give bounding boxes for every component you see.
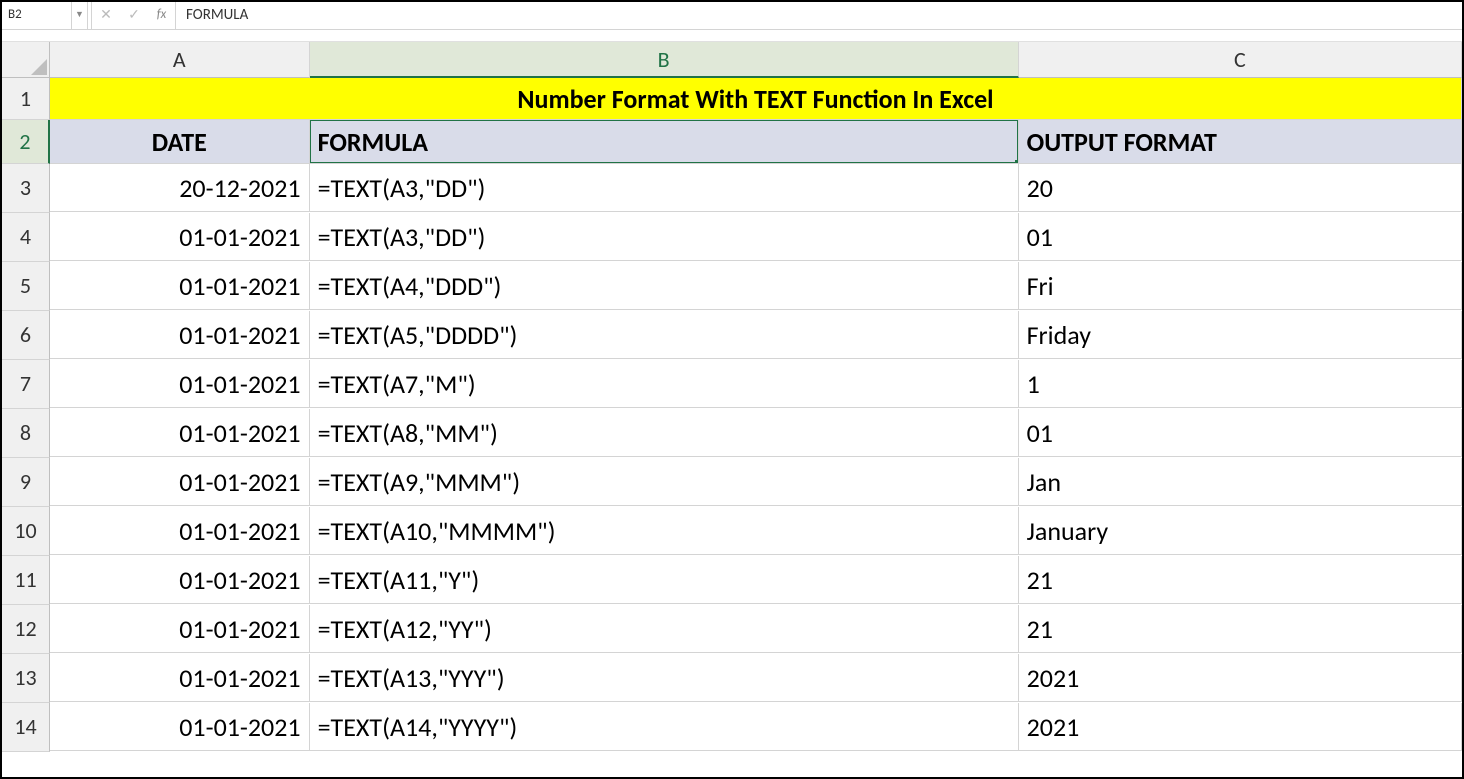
table-row: 1201-01-2021=TEXT(A12,"YY")21 [2, 605, 1462, 654]
cell-A5[interactable]: 01-01-2021 [50, 262, 310, 310]
table-row: 501-01-2021=TEXT(A4,"DDD")Fri [2, 262, 1462, 311]
cell-C10[interactable]: January [1019, 507, 1462, 555]
row-header-7[interactable]: 7 [2, 360, 50, 409]
enter-icon: ✓ [120, 2, 148, 29]
cell-A10[interactable]: 01-01-2021 [50, 507, 310, 555]
column-header-row: A B C [2, 42, 1462, 78]
row-header-6[interactable]: 6 [2, 311, 50, 360]
cell-C13[interactable]: 2021 [1019, 654, 1462, 702]
row-header-14[interactable]: 14 [2, 703, 50, 752]
cell-C5[interactable]: Fri [1019, 262, 1462, 310]
cell-B7[interactable]: =TEXT(A7,"M") [310, 360, 1019, 408]
cell-A14[interactable]: 01-01-2021 [50, 703, 310, 751]
cell-C8[interactable]: 01 [1019, 409, 1462, 457]
cell-B10[interactable]: =TEXT(A10,"MMMM") [310, 507, 1019, 555]
cell-C3[interactable]: 20 [1019, 164, 1462, 212]
header-formula-label: FORMULA [318, 126, 428, 158]
row-1: 1 Number Format With TEXT Function In Ex… [2, 78, 1462, 120]
cell-C4[interactable]: 01 [1019, 213, 1462, 261]
row-header-1[interactable]: 1 [2, 78, 50, 120]
formula-bar: B2 ▼ ✕ ✓ fx FORMULA [2, 2, 1462, 30]
table-row: 401-01-2021=TEXT(A3,"DD")01 [2, 213, 1462, 262]
row-header-10[interactable]: 10 [2, 507, 50, 556]
cell-C7[interactable]: 1 [1019, 360, 1462, 408]
cell-C14[interactable]: 2021 [1019, 703, 1462, 751]
row-header-4[interactable]: 4 [2, 213, 50, 262]
cell-A12[interactable]: 01-01-2021 [50, 605, 310, 653]
cell-A6[interactable]: 01-01-2021 [50, 311, 310, 359]
cell-B5[interactable]: =TEXT(A4,"DDD") [310, 262, 1019, 310]
col-header-B[interactable]: B [310, 42, 1019, 78]
row-2: 2 DATE FORMULA OUTPUT FORMAT [2, 120, 1462, 164]
name-box-dropdown-icon[interactable]: ▼ [72, 2, 88, 29]
cell-B14[interactable]: =TEXT(A14,"YYYY") [310, 703, 1019, 751]
table-row: 701-01-2021=TEXT(A7,"M")1 [2, 360, 1462, 409]
cell-A4[interactable]: 01-01-2021 [50, 213, 310, 261]
cell-A8[interactable]: 01-01-2021 [50, 409, 310, 457]
cell-C6[interactable]: Friday [1019, 311, 1462, 359]
table-row: 1301-01-2021=TEXT(A13,"YYY")2021 [2, 654, 1462, 703]
formula-input[interactable]: FORMULA [176, 2, 1462, 29]
table-row: 901-01-2021=TEXT(A9,"MMM")Jan [2, 458, 1462, 507]
cell-B12[interactable]: =TEXT(A12,"YY") [310, 605, 1019, 653]
table-row: 601-01-2021=TEXT(A5,"DDDD")Friday [2, 311, 1462, 360]
cell-A11[interactable]: 01-01-2021 [50, 556, 310, 604]
cell-B13[interactable]: =TEXT(A13,"YYY") [310, 654, 1019, 702]
spacer [2, 30, 1462, 42]
table-row: 320-12-2021=TEXT(A3,"DD")20 [2, 164, 1462, 213]
header-output[interactable]: OUTPUT FORMAT [1019, 120, 1462, 164]
table-row: 1101-01-2021=TEXT(A11,"Y")21 [2, 556, 1462, 605]
fill-handle[interactable] [1015, 160, 1019, 164]
cell-A7[interactable]: 01-01-2021 [50, 360, 310, 408]
table-row: 801-01-2021=TEXT(A8,"MM")01 [2, 409, 1462, 458]
header-formula[interactable]: FORMULA [310, 120, 1019, 164]
title-cell[interactable]: Number Format With TEXT Function In Exce… [50, 78, 1462, 120]
row-header-11[interactable]: 11 [2, 556, 50, 605]
cell-B8[interactable]: =TEXT(A8,"MM") [310, 409, 1019, 457]
cell-A3[interactable]: 20-12-2021 [50, 164, 310, 212]
select-all-corner[interactable] [2, 42, 50, 78]
table-row: 1401-01-2021=TEXT(A14,"YYYY")2021 [2, 703, 1462, 752]
row-header-12[interactable]: 12 [2, 605, 50, 654]
row-header-2[interactable]: 2 [2, 120, 50, 164]
table-row: 1001-01-2021=TEXT(A10,"MMMM")January [2, 507, 1462, 556]
cell-C9[interactable]: Jan [1019, 458, 1462, 506]
cell-B6[interactable]: =TEXT(A5,"DDDD") [310, 311, 1019, 359]
cell-B9[interactable]: =TEXT(A9,"MMM") [310, 458, 1019, 506]
row-header-8[interactable]: 8 [2, 409, 50, 458]
cancel-icon: ✕ [92, 2, 120, 29]
cell-A9[interactable]: 01-01-2021 [50, 458, 310, 506]
col-header-A[interactable]: A [50, 42, 310, 78]
cell-C12[interactable]: 21 [1019, 605, 1462, 653]
spreadsheet-grid: A B C 1 Number Format With TEXT Function… [2, 42, 1462, 752]
col-header-C[interactable]: C [1019, 42, 1462, 78]
cell-B4[interactable]: =TEXT(A3,"DD") [310, 213, 1019, 261]
header-date[interactable]: DATE [50, 120, 310, 164]
row-header-13[interactable]: 13 [2, 654, 50, 703]
row-header-9[interactable]: 9 [2, 458, 50, 507]
name-box[interactable]: B2 [2, 2, 72, 29]
cell-C11[interactable]: 21 [1019, 556, 1462, 604]
row-header-5[interactable]: 5 [2, 262, 50, 311]
fx-icon[interactable]: fx [148, 2, 176, 29]
cell-A13[interactable]: 01-01-2021 [50, 654, 310, 702]
cell-B11[interactable]: =TEXT(A11,"Y") [310, 556, 1019, 604]
row-header-3[interactable]: 3 [2, 164, 50, 213]
cell-B3[interactable]: =TEXT(A3,"DD") [310, 164, 1019, 212]
